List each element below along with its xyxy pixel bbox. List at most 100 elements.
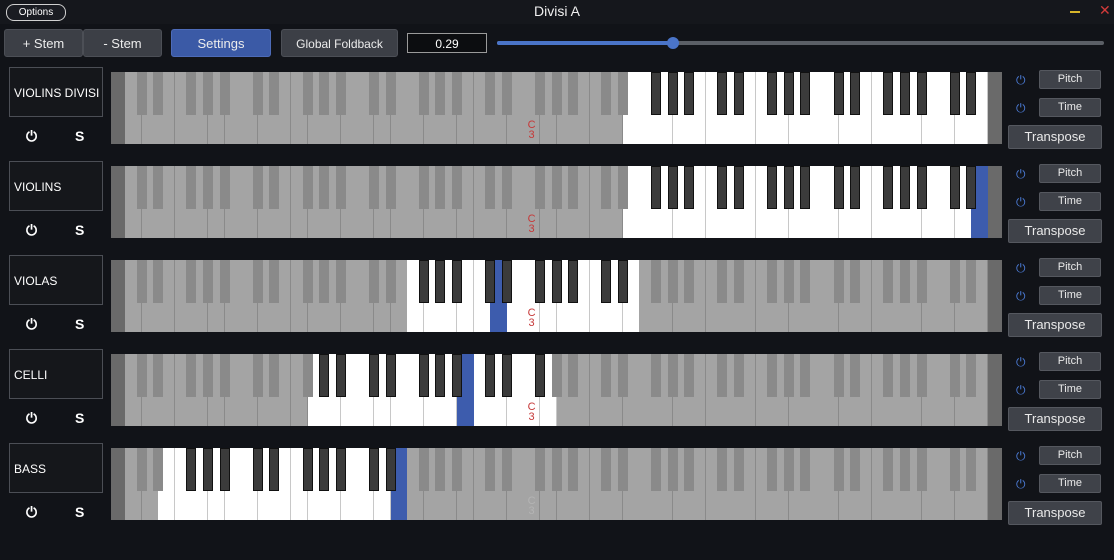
- power-icon[interactable]: ⏻: [26, 222, 37, 239]
- black-key[interactable]: [916, 72, 927, 115]
- black-key[interactable]: [219, 354, 230, 397]
- black-key[interactable]: [900, 448, 911, 491]
- black-key[interactable]: [534, 166, 545, 209]
- black-key[interactable]: [219, 72, 230, 115]
- black-key[interactable]: [451, 448, 462, 491]
- black-key[interactable]: [850, 72, 861, 115]
- piano-keyboard[interactable]: C 3: [111, 166, 1002, 238]
- black-key[interactable]: [534, 72, 545, 115]
- black-key[interactable]: [667, 260, 678, 303]
- black-key[interactable]: [418, 166, 429, 209]
- black-key[interactable]: [617, 166, 628, 209]
- time-power-icon[interactable]: ⏻: [1016, 477, 1026, 492]
- black-key[interactable]: [302, 448, 313, 491]
- foldback-value-field[interactable]: 0.29: [407, 33, 487, 53]
- black-key[interactable]: [833, 354, 844, 397]
- black-key[interactable]: [667, 354, 678, 397]
- black-key[interactable]: [153, 354, 164, 397]
- black-key[interactable]: [717, 448, 728, 491]
- black-key[interactable]: [485, 72, 496, 115]
- power-icon[interactable]: ⏻: [26, 410, 37, 427]
- black-key[interactable]: [833, 448, 844, 491]
- black-key[interactable]: [568, 354, 579, 397]
- black-key[interactable]: [451, 354, 462, 397]
- black-key[interactable]: [435, 448, 446, 491]
- black-key[interactable]: [883, 260, 894, 303]
- black-key[interactable]: [883, 448, 894, 491]
- solo-icon[interactable]: S: [75, 410, 84, 426]
- black-key[interactable]: [335, 72, 346, 115]
- black-key[interactable]: [684, 448, 695, 491]
- solo-icon[interactable]: S: [75, 222, 84, 238]
- black-key[interactable]: [186, 166, 197, 209]
- black-key[interactable]: [385, 354, 396, 397]
- black-key[interactable]: [667, 166, 678, 209]
- black-key[interactable]: [302, 354, 313, 397]
- black-key[interactable]: [485, 166, 496, 209]
- black-key[interactable]: [368, 72, 379, 115]
- black-key[interactable]: [451, 260, 462, 303]
- black-key[interactable]: [966, 354, 977, 397]
- black-key[interactable]: [966, 72, 977, 115]
- section-name-box[interactable]: VIOLINS DIVISI: [9, 67, 103, 117]
- black-key[interactable]: [202, 166, 213, 209]
- black-key[interactable]: [252, 354, 263, 397]
- black-key[interactable]: [319, 260, 330, 303]
- black-key[interactable]: [186, 260, 197, 303]
- solo-icon[interactable]: S: [75, 504, 84, 520]
- time-button[interactable]: Time: [1039, 98, 1101, 117]
- black-key[interactable]: [302, 166, 313, 209]
- black-key[interactable]: [534, 354, 545, 397]
- time-power-icon[interactable]: ⏻: [1016, 289, 1026, 304]
- pitch-power-icon[interactable]: ⏻: [1016, 167, 1026, 182]
- black-key[interactable]: [684, 354, 695, 397]
- black-key[interactable]: [900, 72, 911, 115]
- black-key[interactable]: [302, 72, 313, 115]
- transpose-button[interactable]: Transpose: [1008, 313, 1102, 337]
- black-key[interactable]: [485, 260, 496, 303]
- foldback-slider[interactable]: [497, 37, 1104, 49]
- black-key[interactable]: [451, 72, 462, 115]
- black-key[interactable]: [900, 166, 911, 209]
- black-key[interactable]: [202, 448, 213, 491]
- black-key[interactable]: [850, 260, 861, 303]
- pitch-button[interactable]: Pitch: [1039, 164, 1101, 183]
- power-icon[interactable]: ⏻: [26, 316, 37, 333]
- black-key[interactable]: [717, 260, 728, 303]
- black-key[interactable]: [269, 166, 280, 209]
- black-key[interactable]: [319, 166, 330, 209]
- black-key[interactable]: [783, 448, 794, 491]
- black-key[interactable]: [551, 166, 562, 209]
- transpose-button[interactable]: Transpose: [1008, 407, 1102, 431]
- black-key[interactable]: [501, 260, 512, 303]
- black-key[interactable]: [385, 260, 396, 303]
- black-key[interactable]: [617, 72, 628, 115]
- black-key[interactable]: [717, 354, 728, 397]
- black-key[interactable]: [435, 166, 446, 209]
- black-key[interactable]: [916, 354, 927, 397]
- black-key[interactable]: [368, 260, 379, 303]
- black-key[interactable]: [684, 166, 695, 209]
- pitch-power-icon[interactable]: ⏻: [1016, 449, 1026, 464]
- add-stem-button[interactable]: + Stem: [4, 29, 83, 57]
- black-key[interactable]: [335, 448, 346, 491]
- black-key[interactable]: [783, 72, 794, 115]
- black-key[interactable]: [568, 448, 579, 491]
- black-key[interactable]: [601, 448, 612, 491]
- pitch-button[interactable]: Pitch: [1039, 258, 1101, 277]
- black-key[interactable]: [418, 354, 429, 397]
- black-key[interactable]: [568, 72, 579, 115]
- black-key[interactable]: [651, 72, 662, 115]
- foldback-slider-thumb[interactable]: [667, 37, 679, 49]
- black-key[interactable]: [435, 72, 446, 115]
- black-key[interactable]: [136, 72, 147, 115]
- remove-stem-button[interactable]: - Stem: [83, 29, 162, 57]
- black-key[interactable]: [534, 448, 545, 491]
- black-key[interactable]: [717, 72, 728, 115]
- black-key[interactable]: [717, 166, 728, 209]
- piano-keyboard[interactable]: C 3: [111, 448, 1002, 520]
- power-icon[interactable]: ⏻: [26, 128, 37, 145]
- pitch-power-icon[interactable]: ⏻: [1016, 73, 1026, 88]
- black-key[interactable]: [153, 260, 164, 303]
- black-key[interactable]: [202, 354, 213, 397]
